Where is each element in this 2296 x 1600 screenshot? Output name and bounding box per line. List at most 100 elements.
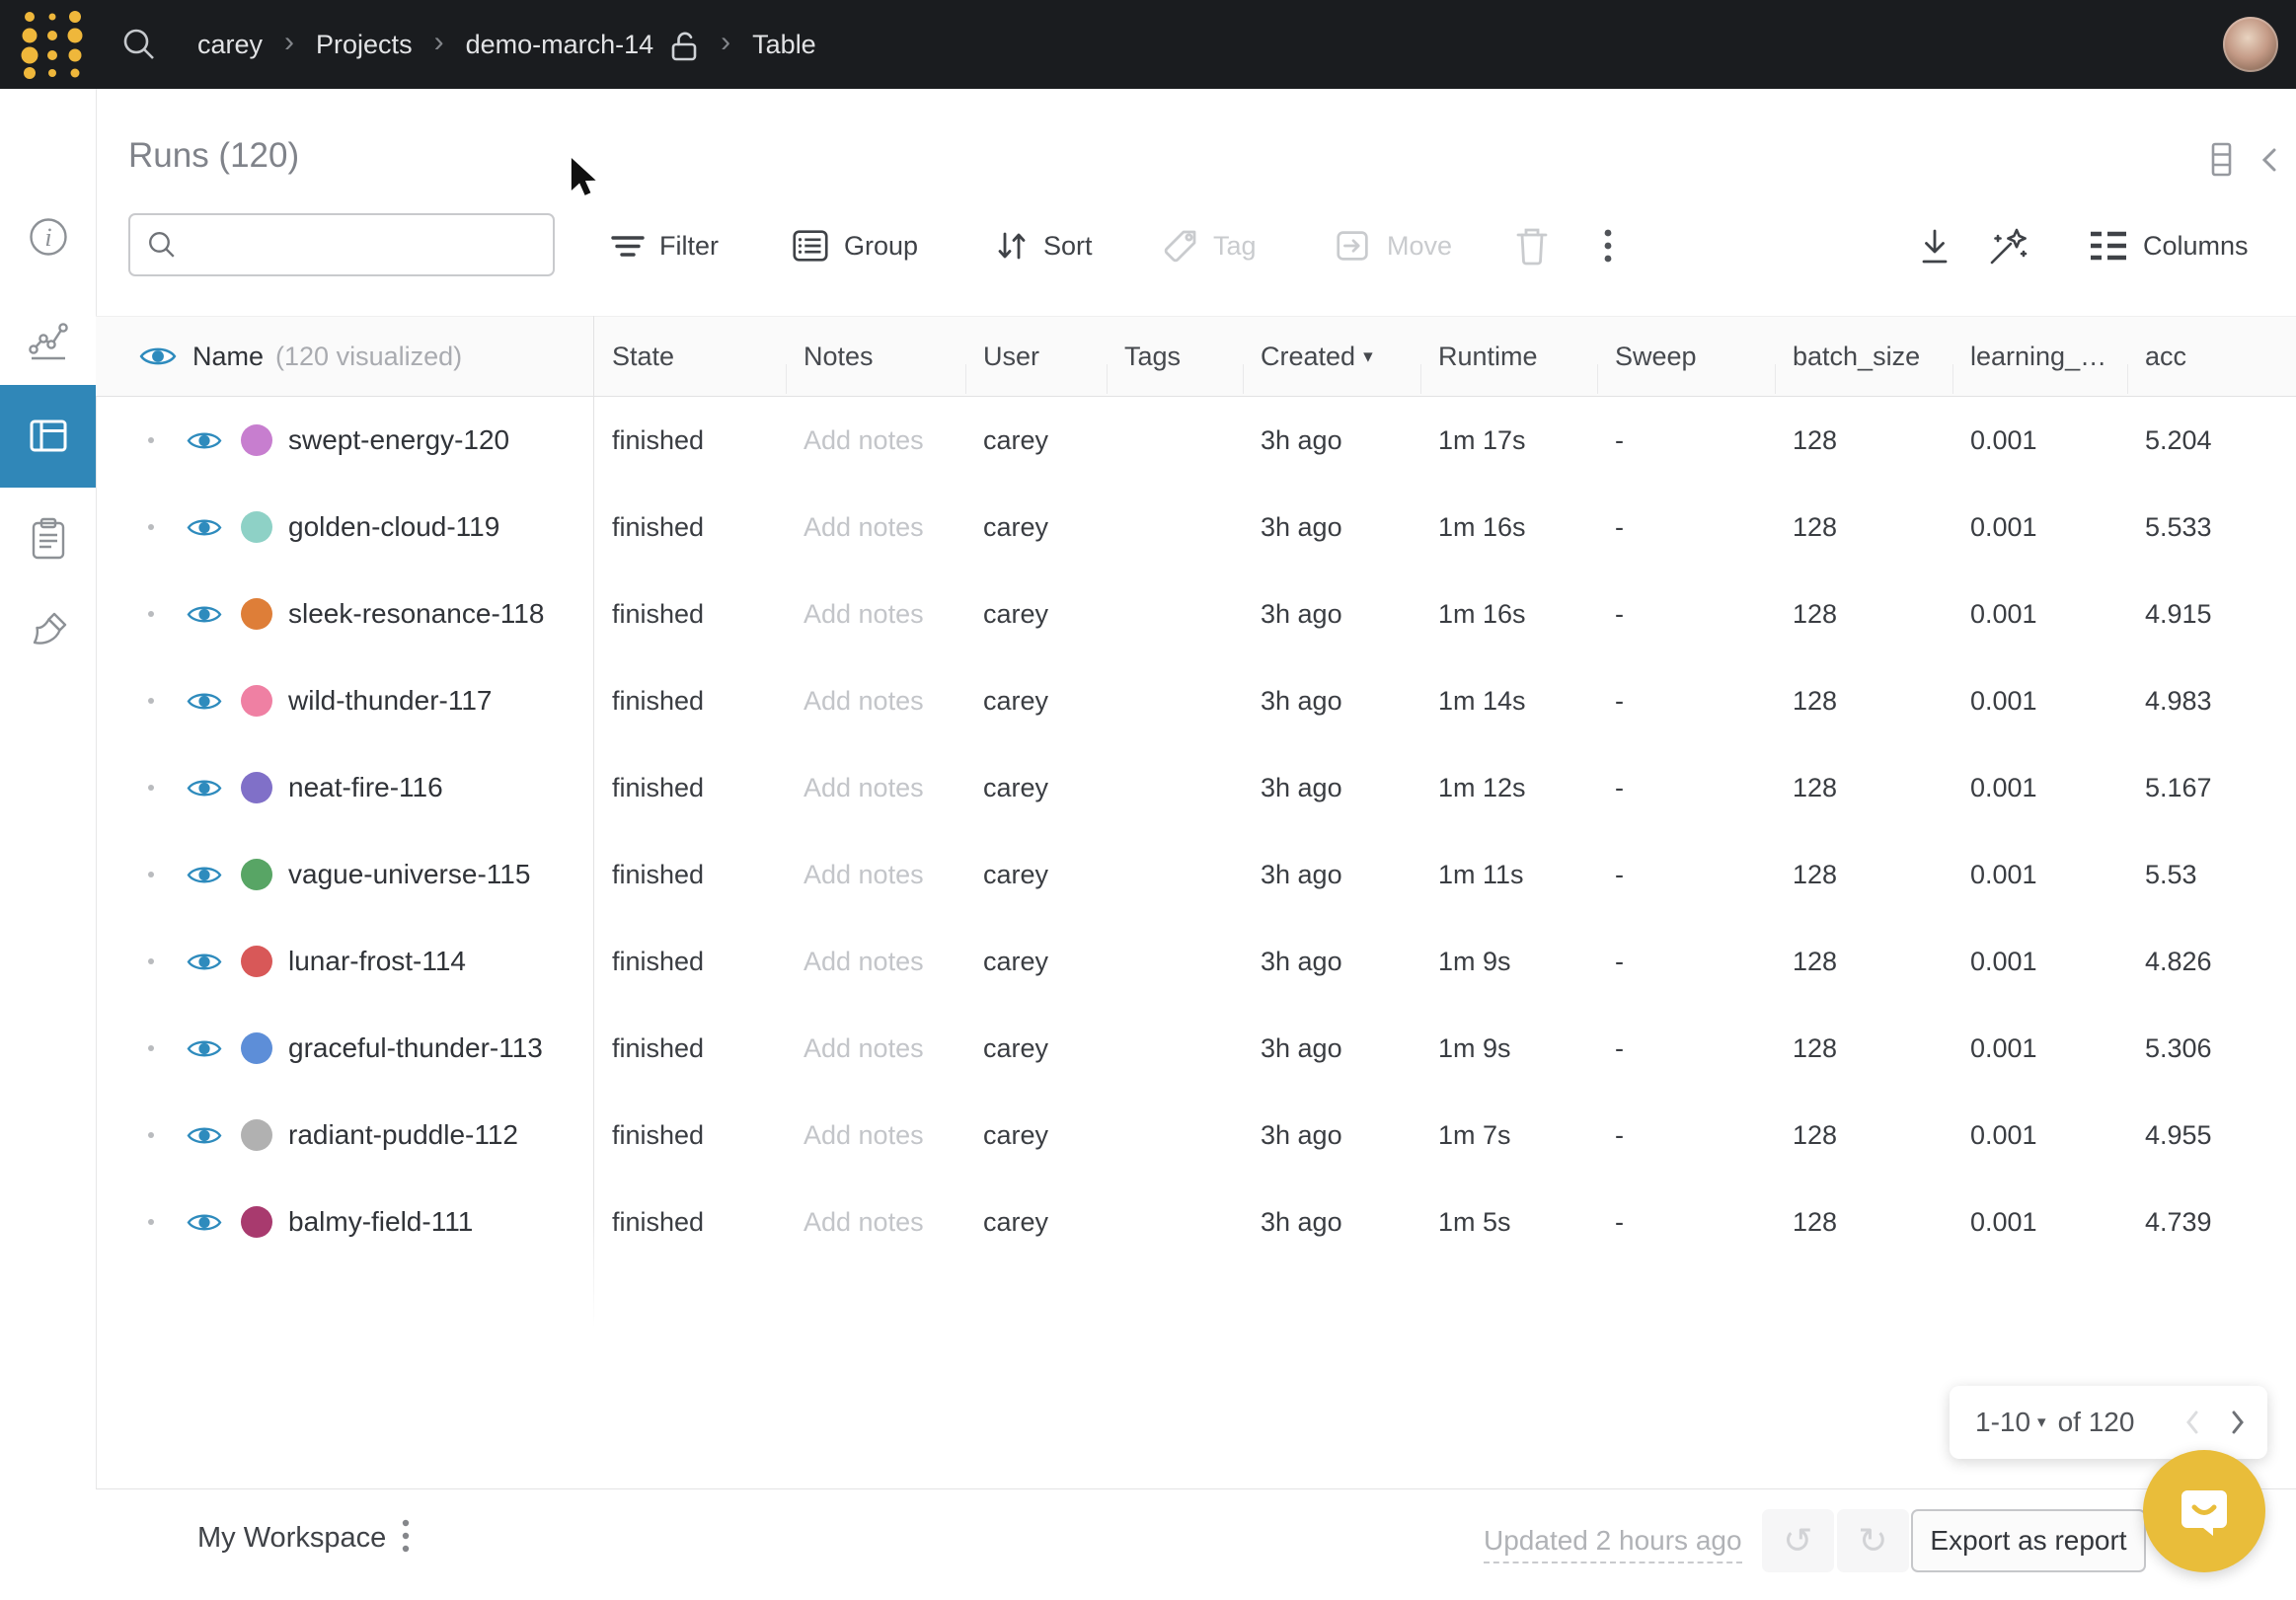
run-name-link[interactable]: wild-thunder-117 (288, 685, 493, 717)
group-button[interactable]: Group (790, 217, 918, 274)
run-color-swatch[interactable] (241, 946, 272, 977)
column-header-runtime[interactable]: Runtime (1420, 317, 1597, 396)
column-header-sweep[interactable]: Sweep (1597, 317, 1775, 396)
wandb-logo-icon[interactable] (18, 7, 91, 82)
drag-handle[interactable] (148, 437, 154, 443)
workspace-kebab-icon[interactable] (400, 1515, 412, 1557)
eye-icon[interactable] (139, 343, 177, 369)
column-header-notes[interactable]: Notes (786, 317, 965, 396)
run-color-swatch[interactable] (241, 598, 272, 630)
cell-notes[interactable]: Add notes (786, 1092, 965, 1179)
run-color-swatch[interactable] (241, 1119, 272, 1151)
more-actions-button[interactable] (1601, 217, 1615, 274)
drag-handle[interactable] (148, 785, 154, 791)
eye-icon[interactable] (187, 776, 222, 800)
cell-notes[interactable]: Add notes (786, 484, 965, 571)
sidebar-item-charts[interactable] (0, 290, 96, 389)
global-search-icon[interactable] (120, 26, 158, 63)
eye-icon[interactable] (187, 950, 222, 974)
eye-icon[interactable] (187, 863, 222, 887)
delete-button[interactable] (1512, 217, 1552, 274)
prev-page-button[interactable] (2182, 1408, 2202, 1437)
eye-icon[interactable] (187, 428, 222, 453)
export-report-button[interactable]: Export as report (1911, 1509, 2146, 1572)
cell-notes[interactable]: Add notes (786, 1179, 965, 1265)
column-header-batch-size[interactable]: batch_size (1775, 317, 1952, 396)
move-button[interactable]: Move (1333, 217, 1452, 274)
undo-button[interactable]: ↺ (1762, 1509, 1834, 1572)
sort-button[interactable]: Sort (993, 217, 1093, 274)
magic-wand-button[interactable] (1984, 217, 2031, 274)
column-divider[interactable] (593, 316, 594, 1328)
cell-notes[interactable]: Add notes (786, 831, 965, 918)
filter-icon (609, 227, 647, 265)
download-button[interactable] (1913, 217, 1956, 274)
columns-button[interactable]: Columns (2087, 217, 2249, 274)
eye-icon[interactable] (187, 689, 222, 714)
drag-handle[interactable] (148, 524, 154, 530)
column-header-state[interactable]: State (594, 317, 786, 396)
updated-status[interactable]: Updated 2 hours ago (1484, 1525, 1742, 1563)
eye-icon[interactable] (187, 1210, 222, 1235)
drag-handle[interactable] (148, 611, 154, 617)
breadcrumb-projects[interactable]: Projects (316, 30, 413, 60)
column-header-acc[interactable]: acc (2127, 317, 2296, 396)
cell-notes[interactable]: Add notes (786, 918, 965, 1005)
workspace-label[interactable]: My Workspace (197, 1522, 386, 1555)
page-range-dropdown[interactable]: 1-10 (1975, 1407, 2030, 1438)
eye-icon[interactable] (187, 1036, 222, 1061)
drag-handle[interactable] (148, 872, 154, 877)
help-chat-button[interactable] (2143, 1450, 2265, 1572)
breadcrumb-project[interactable]: demo-march-14 (466, 30, 654, 60)
cell-notes[interactable]: Add notes (786, 1005, 965, 1092)
filter-button[interactable]: Filter (609, 217, 719, 274)
sidebar-item-sweeps[interactable] (0, 582, 96, 681)
run-name-link[interactable]: graceful-thunder-113 (288, 1032, 543, 1064)
run-name-link[interactable]: neat-fire-116 (288, 772, 443, 803)
redo-button[interactable]: ↻ (1837, 1509, 1909, 1572)
run-color-swatch[interactable] (241, 1032, 272, 1064)
eye-icon[interactable] (187, 1123, 222, 1148)
sidebar-item-table[interactable] (0, 385, 96, 488)
cell-notes[interactable]: Add notes (786, 397, 965, 484)
runs-search-box[interactable] (128, 213, 555, 276)
runs-search-input[interactable] (190, 229, 553, 262)
column-header-created[interactable]: Created▾ (1243, 317, 1420, 396)
sidebar-item-overview[interactable]: i (0, 188, 96, 286)
tag-button[interactable]: Tag (1161, 217, 1257, 274)
column-header-name[interactable]: Name (120 visualized) (96, 317, 594, 396)
run-color-swatch[interactable] (241, 424, 272, 456)
panel-stack-icon[interactable] (2205, 138, 2237, 182)
run-name-link[interactable]: balmy-field-111 (288, 1206, 473, 1238)
collapse-chevron-icon[interactable] (2258, 143, 2280, 177)
run-name-link[interactable]: radiant-puddle-112 (288, 1119, 518, 1151)
cell-notes[interactable]: Add notes (786, 744, 965, 831)
user-avatar[interactable] (2223, 17, 2278, 72)
column-header-learning-rate[interactable]: learning_… (1952, 317, 2127, 396)
run-color-swatch[interactable] (241, 1206, 272, 1238)
eye-icon[interactable] (187, 515, 222, 540)
next-page-button[interactable] (2228, 1408, 2248, 1437)
run-name-link[interactable]: swept-energy-120 (288, 424, 509, 456)
run-name-link[interactable]: sleek-resonance-118 (288, 598, 544, 630)
column-header-tags[interactable]: Tags (1107, 317, 1243, 396)
run-color-swatch[interactable] (241, 772, 272, 803)
eye-icon[interactable] (187, 602, 222, 627)
drag-handle[interactable] (148, 1219, 154, 1225)
run-color-swatch[interactable] (241, 511, 272, 543)
run-name-link[interactable]: lunar-frost-114 (288, 946, 466, 977)
cell-notes[interactable]: Add notes (786, 571, 965, 657)
drag-handle[interactable] (148, 1045, 154, 1051)
drag-handle[interactable] (148, 698, 154, 704)
run-name-link[interactable]: vague-universe-115 (288, 859, 530, 890)
drag-handle[interactable] (148, 958, 154, 964)
cell-notes[interactable]: Add notes (786, 657, 965, 744)
run-name-link[interactable]: golden-cloud-119 (288, 511, 499, 543)
breadcrumb-user[interactable]: carey (197, 30, 263, 60)
sidebar-item-reports[interactable] (0, 490, 96, 588)
run-color-swatch[interactable] (241, 859, 272, 890)
breadcrumb-page[interactable]: Table (752, 30, 816, 60)
drag-handle[interactable] (148, 1132, 154, 1138)
run-color-swatch[interactable] (241, 685, 272, 717)
column-header-user[interactable]: User (965, 317, 1107, 396)
